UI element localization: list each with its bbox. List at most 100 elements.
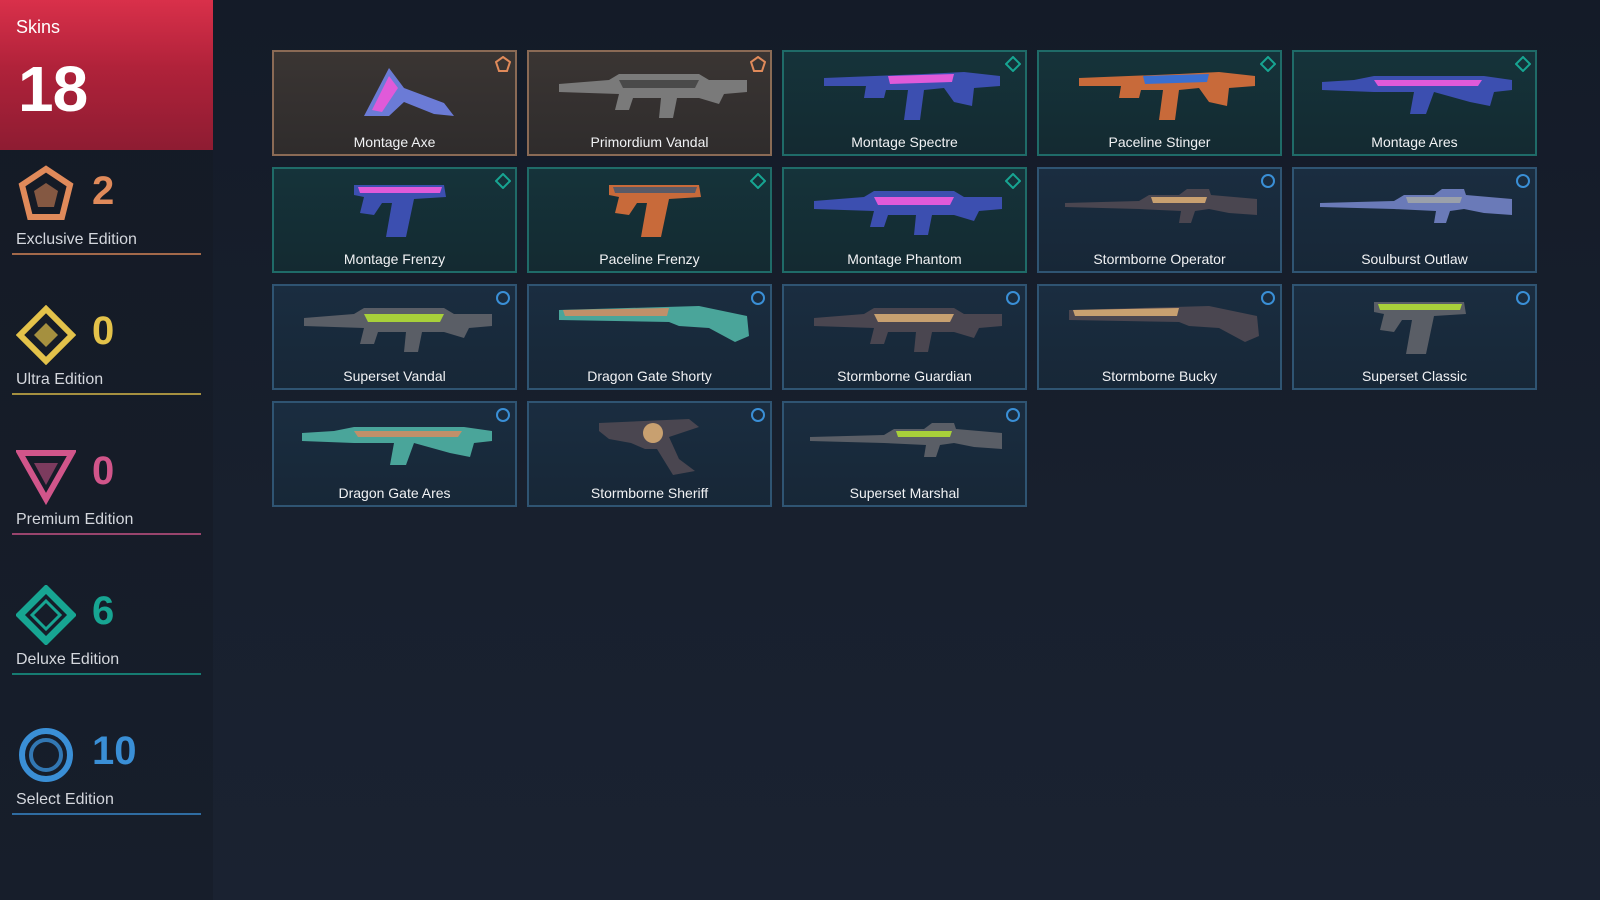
deluxe-tier-badge-icon: [1005, 173, 1021, 189]
skin-card[interactable]: Superset Vandal: [272, 284, 517, 390]
tier-name: Premium Edition: [16, 511, 134, 528]
sidebar: Skins 18 2 Exclusive Edition 0 Ultra Editio…: [0, 0, 213, 900]
total-skins-card: Skins 18: [0, 0, 213, 150]
deluxe-tier-badge-icon: [1515, 56, 1531, 72]
skin-name: Soulburst Outlaw: [1361, 251, 1468, 267]
select-tier-badge-icon: [1516, 174, 1530, 188]
skin-card[interactable]: Dragon Gate Ares: [272, 401, 517, 507]
tier-name: Deluxe Edition: [16, 651, 120, 668]
heavy-weapon-image: [1322, 76, 1512, 114]
deluxe-tier-badge-icon: [495, 173, 511, 189]
melee-weapon-image: [364, 68, 454, 116]
premium-edition-icon: [16, 450, 76, 505]
tier-name: Ultra Edition: [16, 371, 104, 388]
select-tier-badge-icon: [1006, 408, 1020, 422]
select-tier-badge-icon: [751, 291, 765, 305]
rifle-weapon-image: [559, 74, 747, 118]
skin-name: Superset Marshal: [849, 485, 960, 501]
pistol-weapon-image: [609, 185, 701, 237]
skin-name: Stormborne Sheriff: [590, 485, 709, 501]
skin-name: Stormborne Bucky: [1101, 368, 1218, 384]
skin-card[interactable]: Stormborne Operator: [1037, 167, 1282, 273]
select-tier-badge-icon: [1261, 174, 1275, 188]
skin-card[interactable]: Paceline Frenzy: [527, 167, 772, 273]
skin-name: Paceline Stinger: [1108, 134, 1211, 150]
smg-weapon-image: [824, 72, 1000, 120]
tier-count: 0: [92, 309, 115, 353]
shotgun-weapon-image: [559, 306, 749, 342]
skin-name: Montage Axe: [353, 134, 436, 150]
select-tier-badge-icon: [1006, 291, 1020, 305]
sniper-weapon-image: [1320, 189, 1512, 223]
skin-name: Stormborne Operator: [1093, 251, 1226, 267]
deluxe-edition-icon: [16, 585, 76, 645]
rifle-weapon-image: [814, 191, 1002, 235]
total-skins-label: Skins: [16, 17, 61, 37]
skin-card[interactable]: Superset Marshal: [782, 401, 1027, 507]
skin-name: Montage Phantom: [847, 251, 962, 267]
pistol-weapon-image: [354, 185, 446, 237]
skin-name: Superset Classic: [1361, 368, 1468, 384]
skin-name: Montage Frenzy: [343, 251, 446, 267]
exclusive-tier-badge-icon: [750, 56, 766, 72]
skin-card[interactable]: Stormborne Sheriff: [527, 401, 772, 507]
pistol-weapon-image: [1374, 302, 1466, 354]
rifle-weapon-image: [304, 308, 492, 352]
skin-card[interactable]: Montage Ares: [1292, 50, 1537, 156]
rifle-weapon-image: [814, 308, 1002, 352]
tier-name: Select Edition: [16, 791, 114, 808]
tier-ultra-edition[interactable]: 0 Ultra Edition: [12, 305, 201, 400]
tier-premium-edition[interactable]: 0 Premium Edition: [12, 445, 201, 540]
ultra-edition-icon: [16, 305, 76, 365]
skin-card[interactable]: Stormborne Guardian: [782, 284, 1027, 390]
skin-name: Superset Vandal: [343, 368, 446, 384]
skin-card[interactable]: Montage Phantom: [782, 167, 1027, 273]
skin-card[interactable]: Dragon Gate Shorty: [527, 284, 772, 390]
skin-name: Dragon Gate Shorty: [587, 368, 712, 384]
exclusive-tier-badge-icon: [495, 56, 511, 72]
exclusive-edition-icon: [18, 165, 74, 220]
skin-card[interactable]: Montage Spectre: [782, 50, 1027, 156]
revolver-weapon-image: [599, 419, 699, 475]
skin-card[interactable]: Montage Frenzy: [272, 167, 517, 273]
total-skins-count: 18: [18, 53, 88, 125]
skin-name: Primordium Vandal: [590, 134, 709, 150]
tier-count: 6: [92, 589, 115, 633]
skin-card[interactable]: Superset Classic: [1292, 284, 1537, 390]
tier-select-edition[interactable]: 10 Select Edition: [12, 725, 201, 820]
skin-card[interactable]: Soulburst Outlaw: [1292, 167, 1537, 273]
smg-weapon-image: [1079, 72, 1255, 120]
tier-exclusive-edition[interactable]: 2 Exclusive Edition: [12, 165, 201, 260]
tier-count: 2: [92, 169, 115, 213]
select-tier-badge-icon: [496, 408, 510, 422]
tier-divider: [12, 533, 201, 535]
deluxe-tier-badge-icon: [1005, 56, 1021, 72]
select-tier-badge-icon: [751, 408, 765, 422]
skin-name: Paceline Frenzy: [599, 251, 700, 267]
sniper-weapon-image: [1065, 189, 1257, 223]
sniper-weapon-image: [810, 423, 1002, 457]
shotgun-weapon-image: [1069, 306, 1259, 342]
tier-divider: [12, 253, 201, 255]
skin-name: Stormborne Guardian: [837, 368, 972, 384]
skin-name: Montage Ares: [1371, 134, 1458, 150]
heavy-weapon-image: [302, 427, 492, 465]
select-tier-badge-icon: [1516, 291, 1530, 305]
tier-divider: [12, 393, 201, 395]
skin-card[interactable]: Montage Axe: [272, 50, 517, 156]
tier-divider: [12, 673, 201, 675]
tier-deluxe-edition[interactable]: 6 Deluxe Edition: [12, 585, 201, 680]
select-edition-icon: [19, 728, 73, 782]
skin-card[interactable]: Paceline Stinger: [1037, 50, 1282, 156]
select-tier-badge-icon: [496, 291, 510, 305]
skin-card[interactable]: Primordium Vandal: [527, 50, 772, 156]
deluxe-tier-badge-icon: [1260, 56, 1276, 72]
deluxe-tier-badge-icon: [750, 173, 766, 189]
tier-count: 0: [92, 449, 115, 493]
tier-count: 10: [92, 729, 137, 773]
skin-name: Dragon Gate Ares: [338, 485, 451, 501]
tier-name: Exclusive Edition: [16, 231, 137, 248]
select-tier-badge-icon: [1261, 291, 1275, 305]
skin-card[interactable]: Stormborne Bucky: [1037, 284, 1282, 390]
skin-name: Montage Spectre: [851, 134, 958, 150]
